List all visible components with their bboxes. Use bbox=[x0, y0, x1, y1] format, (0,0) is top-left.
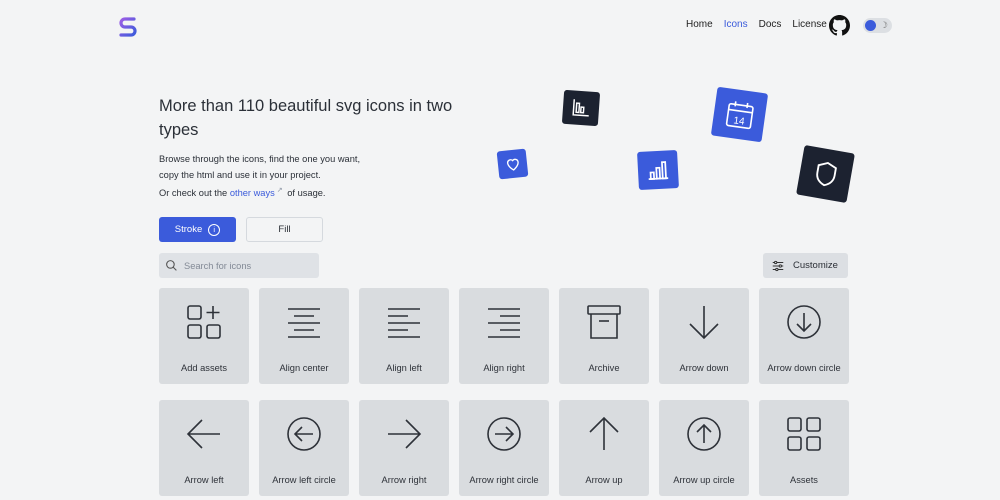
icon-card-label: Align left bbox=[386, 363, 422, 373]
icon-card-arrow-up[interactable]: Arrow up bbox=[559, 400, 649, 496]
chart-icon bbox=[648, 161, 669, 181]
icon-grid: Add assets Align center Align left Align… bbox=[159, 288, 849, 496]
tile-chart-blue bbox=[637, 149, 679, 191]
toggle-knob bbox=[865, 20, 876, 31]
icon-card-arrow-up-circle[interactable]: Arrow up circle bbox=[659, 400, 749, 496]
sliders-icon bbox=[772, 260, 784, 271]
icon-card-label: Align center bbox=[279, 363, 329, 373]
icon-card-add-assets[interactable]: Add assets bbox=[159, 288, 249, 384]
search-box[interactable] bbox=[159, 253, 319, 278]
github-icon[interactable] bbox=[829, 15, 850, 36]
align-left-icon bbox=[388, 308, 420, 338]
bar-chart-icon bbox=[572, 99, 589, 117]
icon-card-arrow-right-circle[interactable]: Arrow right circle bbox=[459, 400, 549, 496]
icon-card-arrow-right[interactable]: Arrow right bbox=[359, 400, 449, 496]
nav-icons[interactable]: Icons bbox=[724, 19, 748, 30]
desc-line-3-after: of usage. bbox=[287, 188, 326, 199]
external-link-icon: ↗ bbox=[276, 187, 283, 194]
hero-description: Browse through the icons, find the one y… bbox=[159, 152, 419, 202]
icon-card-label: Arrow left bbox=[184, 475, 224, 485]
icon-card-label: Arrow left circle bbox=[272, 475, 336, 485]
icon-card-assets[interactable]: Assets bbox=[759, 400, 849, 496]
icon-card-label: Arrow right bbox=[381, 475, 427, 485]
icon-card-arrow-left[interactable]: Arrow left bbox=[159, 400, 249, 496]
stroke-button-label: Stroke bbox=[174, 224, 203, 235]
info-icon[interactable]: i bbox=[208, 223, 221, 236]
search-input[interactable] bbox=[184, 260, 304, 271]
desc-line-1: Browse through the icons, find the one y… bbox=[159, 154, 361, 164]
desc-line-3-before: Or check out the bbox=[159, 188, 228, 199]
arrow-down-icon bbox=[689, 306, 719, 340]
icon-card-align-center[interactable]: Align center bbox=[259, 288, 349, 384]
icon-card-archive[interactable]: Archive bbox=[559, 288, 649, 384]
align-right-icon bbox=[488, 308, 520, 338]
theme-toggle[interactable]: ☽ bbox=[863, 18, 892, 33]
moon-icon: ☽ bbox=[879, 20, 888, 30]
tile-chart-dark bbox=[561, 89, 601, 127]
nav-docs[interactable]: Docs bbox=[759, 19, 782, 30]
tile-heart bbox=[496, 148, 529, 180]
heart-icon bbox=[506, 158, 519, 171]
calendar-day-number: 14 bbox=[732, 115, 745, 128]
desc-line-2: copy the html and use it in your project… bbox=[159, 169, 321, 180]
icon-card-label: Arrow down circle bbox=[767, 363, 841, 373]
icon-card-label: Assets bbox=[790, 475, 818, 485]
icon-card-align-left[interactable]: Align left bbox=[359, 288, 449, 384]
calendar-icon: 14 bbox=[725, 100, 754, 129]
icon-card-label: Align right bbox=[483, 363, 525, 373]
icon-card-label: Add assets bbox=[181, 363, 227, 373]
customize-label: Customize bbox=[793, 260, 838, 271]
archive-icon bbox=[587, 305, 621, 339]
other-ways-link[interactable]: other ways bbox=[230, 188, 275, 198]
tile-calendar: 14 bbox=[710, 86, 769, 143]
arrow-up-icon bbox=[589, 416, 619, 450]
brand-logo-icon[interactable] bbox=[116, 14, 140, 38]
icon-card-align-right[interactable]: Align right bbox=[459, 288, 549, 384]
page-title: More than 110 beautiful svg icons in two… bbox=[159, 97, 453, 139]
shield-icon bbox=[815, 161, 837, 187]
icon-card-label: Arrow down bbox=[679, 363, 729, 373]
arrow-down-circle-icon bbox=[787, 305, 821, 339]
icon-card-label: Archive bbox=[588, 363, 620, 373]
align-center-icon bbox=[288, 308, 320, 338]
arrow-up-circle-icon bbox=[687, 417, 721, 451]
icon-card-label: Arrow right circle bbox=[469, 475, 539, 485]
nav-home[interactable]: Home bbox=[686, 19, 713, 30]
search-icon bbox=[166, 260, 177, 271]
fill-button-label: Fill bbox=[278, 224, 291, 235]
assets-icon bbox=[787, 417, 821, 451]
arrow-right-icon bbox=[388, 419, 422, 449]
add-assets-icon bbox=[187, 305, 221, 339]
tile-shield bbox=[796, 144, 855, 204]
icon-card-arrow-down[interactable]: Arrow down bbox=[659, 288, 749, 384]
icon-card-label: Arrow up circle bbox=[673, 475, 735, 485]
arrow-left-icon bbox=[186, 419, 220, 449]
icon-card-label: Arrow up bbox=[585, 475, 623, 485]
customize-button[interactable]: Customize bbox=[763, 253, 848, 278]
icon-card-arrow-down-circle[interactable]: Arrow down circle bbox=[759, 288, 849, 384]
arrow-right-circle-icon bbox=[487, 417, 521, 451]
nav-license[interactable]: License bbox=[792, 19, 826, 30]
arrow-left-circle-icon bbox=[287, 417, 321, 451]
stroke-button[interactable]: Stroke i bbox=[159, 217, 236, 242]
icon-card-arrow-left-circle[interactable]: Arrow left circle bbox=[259, 400, 349, 496]
main-nav: Home Icons Docs License bbox=[686, 19, 838, 30]
fill-button[interactable]: Fill bbox=[246, 217, 323, 242]
